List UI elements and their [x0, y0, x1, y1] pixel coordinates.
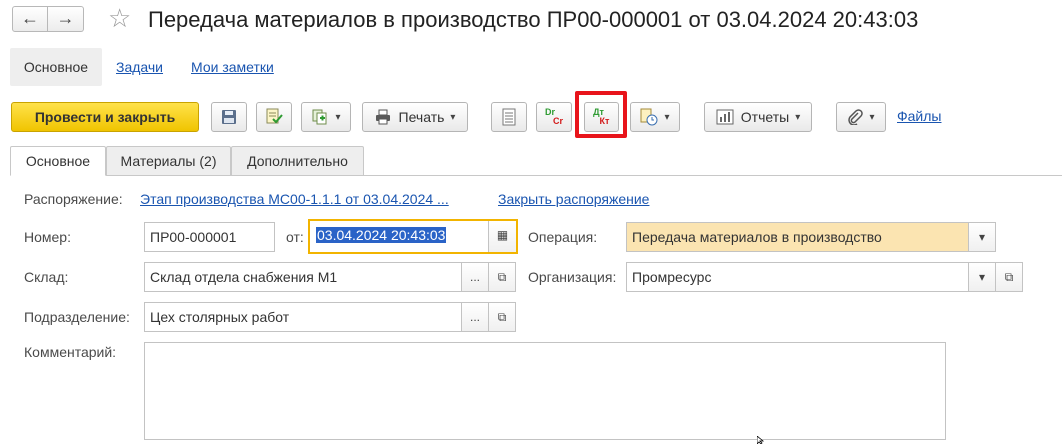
report-icon [716, 109, 734, 125]
open-window-icon: ⧉ [1004, 270, 1014, 284]
files-link[interactable]: Файлы [897, 108, 941, 124]
chevron-down-icon: ▾ [450, 111, 456, 123]
chevron-down-icon: ▾ [978, 230, 986, 244]
ellipsis-icon: ... [469, 310, 480, 324]
cr-icon-text: Cr [552, 116, 563, 126]
arrow-right-icon: → [56, 8, 75, 28]
date-value: 03.04.2024 20:43:03 [316, 227, 447, 243]
mouse-cursor-icon [757, 436, 765, 444]
operation-label: Операция: [528, 229, 598, 245]
number-label: Номер: [24, 229, 71, 245]
open-window-icon: ⧉ [497, 270, 507, 284]
printer-icon [375, 109, 390, 125]
warehouse-open-button[interactable]: ⧉ [488, 262, 516, 292]
reports-button-label: Отчеты [740, 109, 790, 125]
create-based-icon [312, 109, 327, 125]
department-select-button[interactable]: ... [461, 302, 489, 332]
favorite-star-icon[interactable]: ☆ [108, 3, 131, 33]
close-order-link[interactable]: Закрыть распоряжение [498, 191, 649, 207]
organization-field[interactable]: Промресурс [626, 262, 969, 292]
floppy-disk-icon [222, 110, 236, 124]
department-label: Подразделение: [24, 309, 130, 325]
warehouse-select-button[interactable]: ... [461, 262, 489, 292]
list-document-icon [502, 108, 516, 126]
ellipsis-icon: ... [469, 270, 480, 284]
arrow-left-icon: ← [21, 8, 39, 28]
paperclip-icon [848, 109, 864, 125]
date-label: от: [286, 229, 304, 245]
document-journal-button[interactable] [491, 102, 527, 132]
open-window-icon: ⧉ [497, 310, 507, 324]
section-tasks-link[interactable]: Задачи [116, 48, 163, 86]
post-button[interactable] [256, 102, 292, 132]
post-and-close-button[interactable]: Провести и закрыть [11, 102, 199, 132]
forward-button[interactable]: → [48, 6, 84, 32]
calendar-button[interactable]: ▦ [488, 221, 516, 252]
number-field[interactable]: ПР00-000001 [144, 222, 275, 252]
tab-main[interactable]: Основное [10, 146, 106, 176]
tab-additional[interactable]: Дополнительно [231, 146, 364, 176]
order-link[interactable]: Этап производства МС00-1.1.1 от 03.04.20… [140, 191, 449, 207]
reports-button[interactable]: Отчеты ▾ [704, 102, 812, 132]
section-notes-link[interactable]: Мои заметки [191, 48, 274, 86]
department-field[interactable]: Цех столярных работ [144, 302, 462, 332]
organization-label: Организация: [528, 269, 617, 285]
chevron-down-icon: ▾ [978, 270, 986, 284]
attachments-button[interactable]: ▾ [836, 102, 886, 132]
document-history-button[interactable]: ▾ [630, 102, 680, 132]
back-button[interactable]: ← [12, 6, 48, 32]
organization-dropdown-button[interactable]: ▾ [968, 262, 996, 292]
department-open-button[interactable]: ⧉ [488, 302, 516, 332]
chevron-down-icon: ▾ [795, 111, 801, 123]
highlight-frame [575, 91, 627, 138]
tab-materials[interactable]: Материалы (2) [106, 146, 231, 176]
title-bar: ← → ☆ Передача материалов в производство… [0, 0, 1062, 42]
drcr-button[interactable]: Dr Cr [536, 102, 572, 132]
form-tabs: Основное Материалы (2) Дополнительно [10, 146, 1062, 176]
post-document-icon [266, 108, 283, 124]
chevron-down-icon: ▾ [664, 111, 670, 123]
print-button-label: Печать [398, 109, 445, 125]
create-based-on-button[interactable]: ▾ [301, 102, 351, 132]
save-button[interactable] [211, 102, 247, 132]
comment-label: Комментарий: [24, 344, 117, 360]
date-field[interactable]: 03.04.2024 20:43:03 [310, 221, 490, 252]
chevron-down-icon: ▾ [869, 111, 875, 123]
calendar-icon: ▦ [496, 228, 509, 242]
chevron-down-icon: ▾ [335, 111, 341, 123]
operation-dropdown-button[interactable]: ▾ [968, 222, 996, 252]
operation-field[interactable]: Передача материалов в производство [626, 222, 969, 252]
document-clock-icon [640, 108, 658, 126]
comment-textarea[interactable] [144, 342, 946, 440]
order-label: Распоряжение: [24, 191, 123, 207]
page-title: Передача материалов в производство ПР00-… [148, 7, 919, 32]
print-button[interactable]: Печать ▾ [362, 102, 468, 132]
toolbar: Провести и закрыть ▾ Печать ▾ Dr Cr Дт К… [10, 91, 1060, 138]
warehouse-field[interactable]: Склад отдела снабжения М1 [144, 262, 462, 292]
warehouse-label: Склад: [24, 269, 69, 285]
organization-open-button[interactable]: ⧉ [995, 262, 1023, 292]
date-field-focus: 03.04.2024 20:43:03 ▦ [308, 219, 518, 254]
section-main[interactable]: Основное [10, 48, 102, 86]
